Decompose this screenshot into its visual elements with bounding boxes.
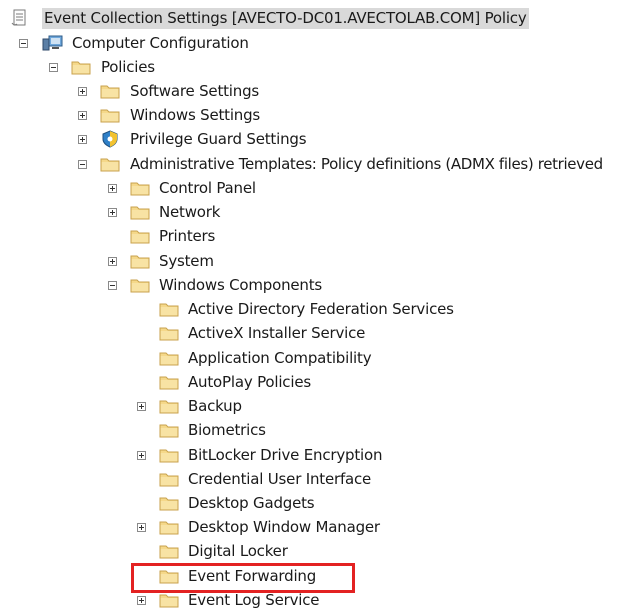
folder-icon bbox=[130, 203, 150, 221]
tree-node-software-settings[interactable]: Software Settings bbox=[0, 80, 620, 104]
highlight-annotation-box bbox=[131, 563, 355, 593]
expand-toggle[interactable] bbox=[108, 257, 117, 266]
tree-node-system[interactable]: System bbox=[0, 250, 620, 274]
tree-node-bitlocker-drive-encryption[interactable]: BitLocker Drive Encryption bbox=[0, 444, 620, 468]
tree-node-label: Desktop Window Manager bbox=[188, 518, 380, 536]
tree-node-network[interactable]: Network bbox=[0, 201, 620, 225]
tree-node-backup[interactable]: Backup bbox=[0, 395, 620, 419]
tree-node-label: Software Settings bbox=[130, 82, 260, 100]
folder-icon bbox=[130, 227, 150, 245]
tree-node-label: Biometrics bbox=[188, 421, 266, 439]
expand-toggle[interactable] bbox=[78, 111, 87, 120]
folder-icon bbox=[159, 591, 179, 609]
tree-node-label: Desktop Gadgets bbox=[188, 494, 315, 512]
expand-toggle[interactable] bbox=[137, 451, 146, 460]
tree-node-label: Printers bbox=[159, 227, 216, 245]
folder-icon bbox=[100, 155, 120, 173]
tree-node-desktop-gadgets[interactable]: Desktop Gadgets bbox=[0, 492, 620, 516]
folder-icon bbox=[159, 421, 179, 439]
collapse-toggle[interactable] bbox=[108, 281, 117, 290]
tree-node-label: Privilege Guard Settings bbox=[130, 130, 307, 148]
folder-icon bbox=[130, 276, 150, 294]
tree-node-label: Application Compatibility bbox=[188, 349, 372, 367]
tree-node-windows-settings[interactable]: Windows Settings bbox=[0, 104, 620, 128]
policy-document-icon bbox=[10, 9, 30, 27]
expand-toggle[interactable] bbox=[78, 87, 87, 96]
tree-node-label: Windows Components bbox=[159, 276, 323, 294]
tree-node-label: Backup bbox=[188, 397, 242, 415]
folder-icon bbox=[159, 446, 179, 464]
tree-node-label: BitLocker Drive Encryption bbox=[188, 446, 383, 464]
collapse-toggle[interactable] bbox=[78, 160, 87, 169]
folder-icon bbox=[130, 179, 150, 197]
tree-node-label: Administrative Templates: Policy definit… bbox=[130, 155, 603, 173]
tree-node-label: Computer Configuration bbox=[72, 34, 249, 52]
tree-node-label: Network bbox=[159, 203, 221, 221]
tree-node-label: Windows Settings bbox=[130, 106, 261, 124]
collapse-toggle[interactable] bbox=[49, 63, 58, 72]
expand-toggle[interactable] bbox=[137, 402, 146, 411]
policy-tree-view[interactable]: Event Collection Settings [AVECTO-DC01.A… bbox=[0, 0, 620, 611]
tree-node-digital-locker[interactable]: Digital Locker bbox=[0, 540, 620, 564]
tree-node-label: ActiveX Installer Service bbox=[188, 324, 366, 342]
folder-icon bbox=[159, 470, 179, 488]
expand-toggle[interactable] bbox=[108, 184, 117, 193]
folder-icon bbox=[100, 82, 120, 100]
tree-node-label: Credential User Interface bbox=[188, 470, 372, 488]
folder-icon bbox=[159, 542, 179, 560]
tree-node-label: Event Collection Settings [AVECTO-DC01.A… bbox=[42, 8, 529, 29]
tree-node-autoplay-policies[interactable]: AutoPlay Policies bbox=[0, 371, 620, 395]
folder-icon bbox=[130, 252, 150, 270]
tree-node-policies[interactable]: Policies bbox=[0, 56, 620, 80]
tree-node-biometrics[interactable]: Biometrics bbox=[0, 419, 620, 443]
folder-icon bbox=[159, 300, 179, 318]
tree-node-adfs[interactable]: Active Directory Federation Services bbox=[0, 298, 620, 322]
folder-icon bbox=[159, 373, 179, 391]
folder-icon bbox=[159, 324, 179, 342]
tree-node-label: Active Directory Federation Services bbox=[188, 300, 454, 318]
folder-icon bbox=[71, 58, 91, 76]
tree-node-computer-configuration[interactable]: Computer Configuration bbox=[0, 32, 620, 56]
folder-icon bbox=[159, 518, 179, 536]
tree-node-control-panel[interactable]: Control Panel bbox=[0, 177, 620, 201]
tree-node-label: Digital Locker bbox=[188, 542, 288, 560]
tree-node-label: Policies bbox=[101, 58, 155, 76]
expand-toggle[interactable] bbox=[137, 523, 146, 532]
tree-node-privilege-guard-settings[interactable]: Privilege Guard Settings bbox=[0, 128, 620, 152]
expand-toggle[interactable] bbox=[78, 135, 87, 144]
tree-node-label: Event Log Service bbox=[188, 591, 320, 609]
tree-node-label: System bbox=[159, 252, 214, 270]
tree-node-printers[interactable]: Printers bbox=[0, 225, 620, 249]
computer-icon bbox=[42, 34, 63, 52]
tree-node-application-compatibility[interactable]: Application Compatibility bbox=[0, 347, 620, 371]
collapse-toggle[interactable] bbox=[19, 39, 28, 48]
folder-icon bbox=[100, 106, 120, 124]
tree-node-root-policy[interactable]: Event Collection Settings [AVECTO-DC01.A… bbox=[0, 7, 620, 31]
tree-node-label: AutoPlay Policies bbox=[188, 373, 311, 391]
tree-node-label: Control Panel bbox=[159, 179, 256, 197]
tree-node-windows-components[interactable]: Windows Components bbox=[0, 274, 620, 298]
expand-toggle[interactable] bbox=[108, 208, 117, 217]
tree-node-activex-installer-service[interactable]: ActiveX Installer Service bbox=[0, 322, 620, 346]
tree-node-credential-user-interface[interactable]: Credential User Interface bbox=[0, 468, 620, 492]
folder-icon bbox=[159, 397, 179, 415]
folder-icon bbox=[159, 494, 179, 512]
tree-node-administrative-templates[interactable]: Administrative Templates: Policy definit… bbox=[0, 153, 620, 177]
folder-icon bbox=[159, 349, 179, 367]
privilege-guard-shield-icon bbox=[100, 130, 120, 148]
tree-node-desktop-window-manager[interactable]: Desktop Window Manager bbox=[0, 516, 620, 540]
expand-toggle[interactable] bbox=[137, 596, 146, 605]
